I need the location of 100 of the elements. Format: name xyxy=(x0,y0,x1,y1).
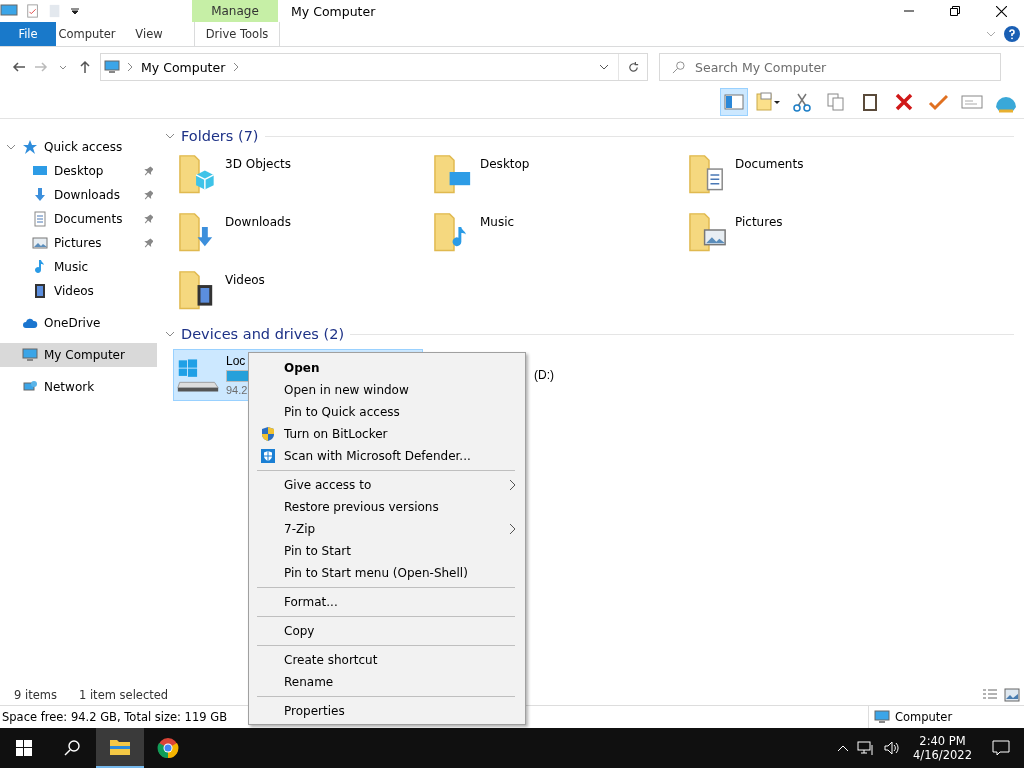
location-label: Computer xyxy=(895,710,953,724)
item-count: 9 items xyxy=(14,688,57,702)
sidebar-item[interactable]: Pictures xyxy=(0,231,157,255)
folder-label[interactable]: Documents xyxy=(735,149,804,171)
preview-pane-button[interactable] xyxy=(720,88,748,116)
collapse-chevron-icon xyxy=(6,142,16,152)
menu-item[interactable]: Rename xyxy=(249,671,525,693)
network-icon xyxy=(857,740,876,756)
search-icon xyxy=(64,740,80,756)
selection-count: 1 item selected xyxy=(78,688,169,702)
envelope-icon xyxy=(961,94,983,110)
checkmark-icon xyxy=(928,93,948,111)
shield-icon xyxy=(259,426,276,442)
taskbar-app[interactable] xyxy=(96,728,144,768)
sidebar-item[interactable]: Desktop xyxy=(0,159,157,183)
computer-icon xyxy=(22,347,38,363)
drive-label: Loc xyxy=(226,354,246,368)
sidebar-item[interactable]: Videos xyxy=(0,279,157,303)
search-icon xyxy=(672,60,685,74)
collapse-chevron-icon xyxy=(165,131,175,141)
menu-item[interactable]: Properties xyxy=(249,700,525,722)
window-title: My Computer xyxy=(290,2,377,21)
menu-item[interactable]: Copy xyxy=(249,620,525,642)
drive-icon xyxy=(176,356,220,394)
drive-space-info: Space free: 94.2 GB, Total size: 119 GB xyxy=(2,710,228,724)
help-icon xyxy=(1004,26,1020,42)
drive-space-text: 94.2 xyxy=(226,384,248,396)
menu-item[interactable]: Open xyxy=(249,357,525,379)
menu-item[interactable]: Scan with Microsoft Defender... xyxy=(249,445,525,467)
history-dropdown-icon xyxy=(599,62,609,72)
expand-ribbon-icon xyxy=(986,29,996,39)
menu-item[interactable]: Give access to xyxy=(249,474,525,496)
close-icon xyxy=(895,93,913,111)
menu-item[interactable]: 7-Zip xyxy=(249,518,525,540)
scissors-icon xyxy=(792,92,812,112)
folder-label[interactable]: Pictures xyxy=(735,207,783,229)
notification-icon xyxy=(992,740,1010,756)
download-icon xyxy=(32,187,48,203)
sidebar-item[interactable]: My Computer xyxy=(0,343,157,367)
customize-dropdown-icon xyxy=(70,6,80,16)
up-arrow-icon xyxy=(78,60,92,74)
chevron-up-icon xyxy=(837,743,850,753)
large-icons-view-icon xyxy=(1004,688,1020,702)
folder-label[interactable]: 3D Objects xyxy=(225,149,292,171)
pane-icon xyxy=(724,93,744,111)
star-icon xyxy=(22,139,38,155)
computer-icon xyxy=(104,59,120,75)
clock[interactable]: 2:40 PM 4/16/2022 xyxy=(913,734,972,762)
folder-label[interactable]: Desktop xyxy=(480,149,530,171)
sidebar-item[interactable]: Network xyxy=(0,375,157,399)
pin-icon xyxy=(143,214,153,224)
properties-icon xyxy=(26,3,40,19)
note-icon xyxy=(756,92,780,112)
pin-icon xyxy=(143,166,153,176)
back-arrow-icon xyxy=(12,60,26,74)
shield-icon xyxy=(259,448,276,464)
menu-item[interactable]: Create shortcut xyxy=(249,649,525,671)
folder-icon xyxy=(109,738,131,756)
recent-dropdown-icon xyxy=(59,63,67,71)
folder-label[interactable]: Music xyxy=(480,207,515,229)
browser-icon xyxy=(157,737,179,759)
menu-item[interactable]: Pin to Start menu (Open-Shell) xyxy=(249,562,525,584)
refresh-icon xyxy=(626,60,640,74)
copy-icon xyxy=(826,92,846,112)
folder-label[interactable]: Downloads xyxy=(225,207,291,229)
restore-icon xyxy=(950,6,960,16)
video-icon xyxy=(32,283,48,299)
menu-item[interactable]: Pin to Quick access xyxy=(249,401,525,423)
windows-logo-icon xyxy=(16,740,32,756)
address-bar[interactable]: My Computer xyxy=(100,53,648,81)
ribbon-tab[interactable]: File xyxy=(0,22,56,46)
picture-icon xyxy=(32,235,48,251)
menu-item[interactable]: Restore previous versions xyxy=(249,496,525,518)
folder-label[interactable]: Videos xyxy=(225,265,265,287)
menu-item[interactable]: Format... xyxy=(249,591,525,613)
forward-arrow-icon xyxy=(34,60,48,74)
drive-label: (D:) xyxy=(534,368,554,382)
sidebar-item[interactable]: Downloads xyxy=(0,183,157,207)
pin-icon xyxy=(143,238,153,248)
context-tab-group-label: Manage xyxy=(192,0,278,22)
sidebar-item[interactable]: OneDrive xyxy=(0,311,157,335)
computer-icon xyxy=(0,3,18,19)
computer-icon xyxy=(874,709,890,725)
document-icon xyxy=(32,211,48,227)
expand-chevron-icon xyxy=(125,62,135,72)
sidebar-item[interactable]: Quick access xyxy=(0,135,157,159)
sidebar-item[interactable]: Music xyxy=(0,255,157,279)
speaker-icon xyxy=(883,740,902,756)
details-view-icon xyxy=(982,688,998,702)
ribbon-tab[interactable]: Drive Tools xyxy=(194,22,280,46)
search-field[interactable]: Search My Computer xyxy=(659,53,1001,81)
group-heading: Folders (7) xyxy=(181,128,259,144)
pin-icon xyxy=(143,190,153,200)
group-heading: Devices and drives (2) xyxy=(181,326,345,342)
collapse-chevron-icon xyxy=(165,329,175,339)
close-icon xyxy=(995,5,1007,17)
sidebar-item[interactable]: Documents xyxy=(0,207,157,231)
menu-item[interactable]: Turn on BitLocker xyxy=(249,423,525,445)
menu-item[interactable]: Open in new window xyxy=(249,379,525,401)
menu-item[interactable]: Pin to Start xyxy=(249,540,525,562)
